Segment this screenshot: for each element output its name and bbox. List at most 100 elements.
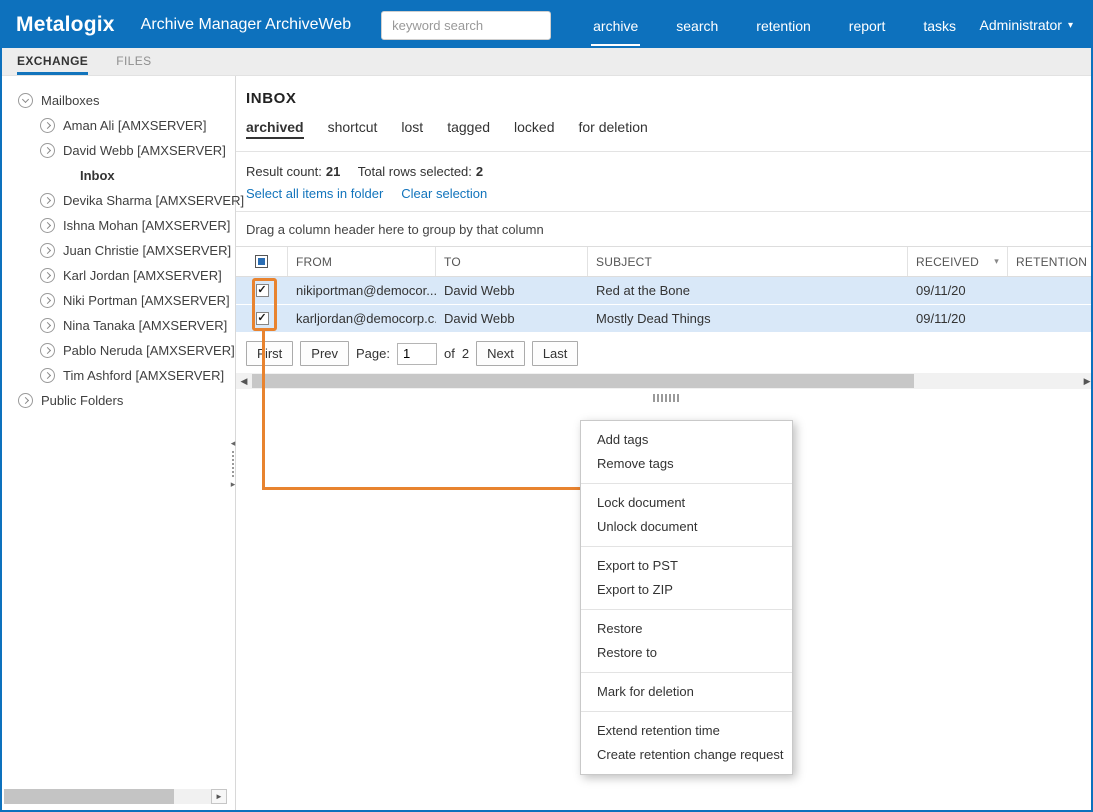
menu-item-extend-retention-time[interactable]: Extend retention time	[581, 719, 792, 743]
menu-item-lock-document[interactable]: Lock document	[581, 491, 792, 515]
scrollbar-thumb[interactable]	[4, 789, 174, 804]
tree-item-devika-sharma-amxserver[interactable]: Devika Sharma [AMXSERVER]	[2, 188, 244, 213]
tree-item-david-webb-amxserver[interactable]: David Webb [AMXSERVER]	[2, 138, 235, 163]
menu-item-restore-to[interactable]: Restore to	[581, 641, 792, 665]
table-row[interactable]: nikiportman@democor... David Webb Red at t…	[236, 277, 1091, 305]
tab-exchange[interactable]: EXCHANGE	[17, 54, 89, 75]
tree-collapse-icon[interactable]	[18, 93, 33, 108]
view-tab-tagged[interactable]: tagged	[447, 119, 490, 139]
column-header-subject[interactable]: SUBJECT	[588, 247, 908, 276]
tree-expand-icon[interactable]	[40, 318, 55, 333]
scroll-left-icon[interactable]: ◀	[236, 373, 252, 389]
group-by-drop-zone[interactable]: Drag a column header here to group by th…	[236, 212, 1091, 246]
menu-item-unlock-document[interactable]: Unlock document	[581, 515, 792, 539]
scroll-right-icon[interactable]: ▶	[1079, 373, 1091, 389]
next-page-button[interactable]: Next	[476, 341, 525, 366]
menu-item-mark-for-deletion[interactable]: Mark for deletion	[581, 680, 792, 704]
scroll-right-icon[interactable]: ►	[211, 789, 227, 804]
select-all-checkbox[interactable]	[255, 255, 268, 268]
clear-selection-link[interactable]: Clear selection	[401, 186, 487, 201]
module-tab-bar: EXCHANGE FILES	[2, 48, 1091, 76]
tree-expand-icon[interactable]	[40, 293, 55, 308]
tree-item-public-folders[interactable]: Public Folders	[2, 388, 235, 413]
scrollbar-thumb[interactable]	[252, 374, 914, 388]
collapse-left-icon[interactable]: ◂	[231, 439, 236, 448]
sort-dropdown-icon[interactable]: ▾	[994, 256, 999, 267]
row-checkbox[interactable]	[255, 312, 269, 325]
tree-expand-icon[interactable]	[40, 343, 55, 358]
menu-item-restore[interactable]: Restore	[581, 617, 792, 641]
context-menu-group: Mark for deletion	[581, 672, 792, 711]
message-table: FROM TO SUBJECT RECEIVED ▾ RETENTION nikiport…	[236, 246, 1091, 333]
column-header-label: FROM	[296, 254, 333, 269]
nav-search[interactable]: search	[674, 4, 720, 46]
user-menu-administrator[interactable]: Administrator ▾	[980, 17, 1074, 33]
tab-files[interactable]: FILES	[116, 54, 151, 75]
table-body: nikiportman@democor... David Webb Red at t…	[236, 277, 1091, 333]
cell-from: karljordan@democorp.c...	[296, 311, 436, 326]
tree-item-juan-christie-amxserver[interactable]: Juan Christie [AMXSERVER]	[2, 238, 235, 263]
keyword-search-input[interactable]	[381, 10, 552, 40]
view-tab-shortcut[interactable]: shortcut	[328, 119, 378, 139]
prev-page-button[interactable]: Prev	[300, 341, 350, 366]
nav-report[interactable]: report	[847, 4, 888, 46]
menu-item-export-to-zip[interactable]: Export to ZIP	[581, 578, 792, 602]
nav-archive[interactable]: archive	[591, 4, 641, 46]
tree-expand-icon[interactable]	[40, 118, 55, 133]
menu-item-create-retention-change-request[interactable]: Create retention change request	[581, 743, 792, 767]
tree-expand-icon[interactable]	[40, 193, 55, 208]
nav-retention[interactable]: retention	[754, 4, 812, 46]
horizontal-scrollbar[interactable]: ◀ ▶	[236, 373, 1091, 389]
tree-item-label: Mailboxes	[41, 93, 100, 108]
view-tab-for-deletion[interactable]: for deletion	[579, 119, 648, 139]
row-checkbox-cell	[236, 312, 288, 325]
nav-tasks[interactable]: tasks	[921, 4, 958, 46]
last-page-button[interactable]: Last	[531, 341, 579, 366]
first-page-button[interactable]: First	[246, 341, 294, 366]
splitter-grip[interactable]	[652, 394, 679, 402]
tree-item-pablo-neruda-amxserver[interactable]: Pablo Neruda [AMXSERVER]	[2, 338, 235, 363]
result-count-value: 21	[325, 164, 341, 179]
cell-subject: Red at the Bone	[596, 283, 690, 298]
tree-expand-icon[interactable]	[18, 393, 33, 408]
folder-tree: Mailboxes Aman Ali [AMXSERVER] David Webb …	[2, 88, 244, 413]
tree-item-karl-jordan-amxserver[interactable]: Karl Jordan [AMXSERVER]	[2, 263, 235, 288]
tree-expand-icon[interactable]	[40, 143, 55, 158]
tree-expand-icon[interactable]	[40, 218, 55, 233]
page-label: Page:	[356, 346, 390, 361]
row-checkbox[interactable]	[255, 284, 269, 297]
tree-item-tim-ashford-amxserver[interactable]: Tim Ashford [AMXSERVER]	[2, 363, 235, 388]
tree-item-aman-ali-amxserver[interactable]: Aman Ali [AMXSERVER]	[2, 113, 235, 138]
sidebar-splitter[interactable]: ◂ ▸	[228, 439, 238, 489]
tree-expand-icon[interactable]	[40, 268, 55, 283]
select-all-header-cell[interactable]	[236, 247, 288, 276]
column-header-retention[interactable]: RETENTION	[1008, 247, 1091, 276]
tree-expand-icon[interactable]	[40, 368, 55, 383]
view-tab-archived[interactable]: archived	[246, 119, 304, 139]
column-header-received[interactable]: RECEIVED ▾	[908, 247, 1008, 276]
tree-item-nina-tanaka-amxserver[interactable]: Nina Tanaka [AMXSERVER]	[2, 313, 235, 338]
menu-item-export-to-pst[interactable]: Export to PST	[581, 554, 792, 578]
column-header-to[interactable]: TO	[436, 247, 588, 276]
column-header-from[interactable]: FROM	[288, 247, 436, 276]
sidebar-horizontal-scrollbar[interactable]: ►	[4, 789, 227, 804]
page-number-input[interactable]	[397, 342, 437, 365]
menu-item-remove-tags[interactable]: Remove tags	[581, 452, 792, 476]
tree-item-ishna-mohan-amxserver[interactable]: Ishna Mohan [AMXSERVER]	[2, 213, 235, 238]
tree-item-inbox[interactable]: Inbox	[2, 163, 235, 188]
scrollbar-track[interactable]	[252, 373, 1079, 389]
tree-item-label: Niki Portman [AMXSERVER]	[63, 293, 230, 308]
menu-item-add-tags[interactable]: Add tags	[581, 428, 792, 452]
tree-item-mailboxes[interactable]: Mailboxes	[2, 88, 235, 113]
table-row[interactable]: karljordan@democorp.c... David Webb Mostly…	[236, 305, 1091, 333]
column-header-label: RETENTION	[1016, 254, 1088, 269]
selection-links: Select all items in folder Clear selecti…	[236, 179, 1091, 212]
tree-item-niki-portman-amxserver[interactable]: Niki Portman [AMXSERVER]	[2, 288, 235, 313]
of-label: of	[444, 346, 455, 361]
view-tab-locked[interactable]: locked	[514, 119, 554, 139]
tree-expand-icon[interactable]	[40, 243, 55, 258]
view-tab-lost[interactable]: lost	[401, 119, 423, 139]
select-all-items-link[interactable]: Select all items in folder	[246, 186, 383, 201]
metalogix-logo: Metalogix	[16, 13, 115, 36]
expand-right-icon[interactable]: ▸	[231, 480, 236, 489]
